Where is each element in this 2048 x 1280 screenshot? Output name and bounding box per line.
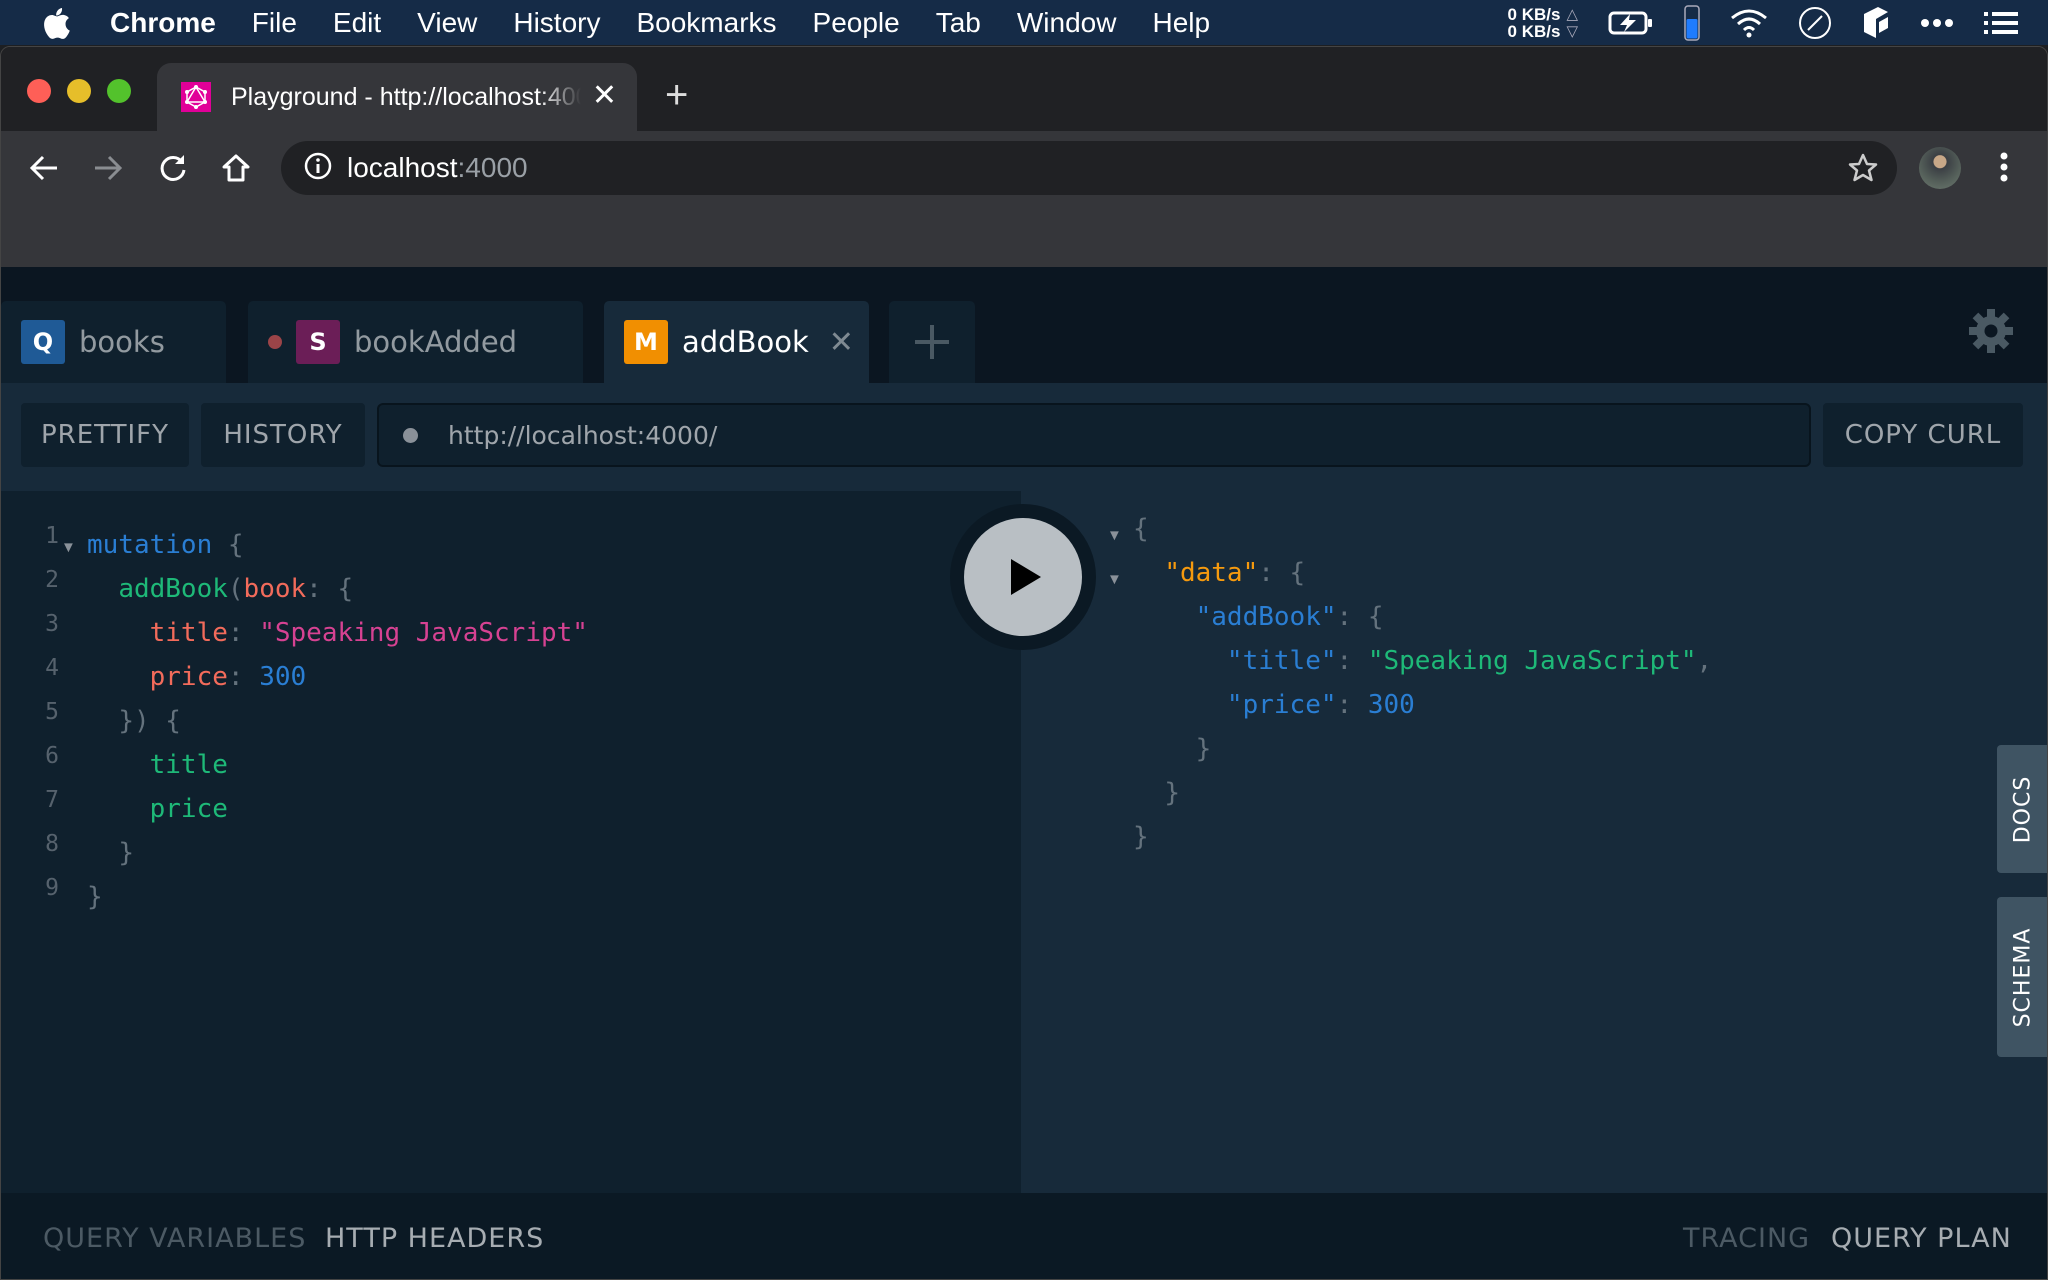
unsaved-dot-icon <box>268 335 282 349</box>
menu-history[interactable]: History <box>513 7 600 39</box>
subscription-badge: S <box>296 320 340 364</box>
graphql-favicon-icon <box>181 82 211 112</box>
menu-help[interactable]: Help <box>1152 7 1210 39</box>
maximize-window-button[interactable] <box>107 79 131 103</box>
query-editor[interactable]: 1 2 3 4 5 6 7 8 9 ▼ mutation { addBook(b… <box>1 491 1021 1193</box>
copy-curl-button[interactable]: COPY CURL <box>1823 403 2023 467</box>
menu-bookmarks[interactable]: Bookmarks <box>636 7 776 39</box>
close-window-button[interactable] <box>27 79 51 103</box>
notification-center-icon[interactable] <box>1984 11 2018 35</box>
menu-app-name[interactable]: Chrome <box>110 7 216 39</box>
macos-menubar: Chrome File Edit View History Bookmarks … <box>0 0 2048 45</box>
menu-view[interactable]: View <box>417 7 477 39</box>
tab-strip: Playground - http://localhost:4000 ✕ + <box>1 47 2047 131</box>
line-number: 1 <box>45 523 59 549</box>
menu-edit[interactable]: Edit <box>333 7 381 39</box>
browser-tab-title: Playground - http://localhost:4000 <box>231 82 581 111</box>
endpoint-input[interactable]: http://localhost:4000/ <box>377 403 1811 467</box>
url-text[interactable]: localhost:4000 <box>347 152 528 184</box>
connection-status-icon <box>403 427 418 443</box>
apple-menu-icon[interactable] <box>42 6 72 40</box>
do-not-disturb-icon[interactable] <box>1798 6 1832 40</box>
tab-bookadded[interactable]: S bookAdded <box>248 301 583 383</box>
line-number: 7 <box>45 787 59 813</box>
more-dots-icon[interactable] <box>1920 18 1954 28</box>
line-number: 3 <box>45 611 59 637</box>
prettify-button[interactable]: PRETTIFY <box>21 403 189 467</box>
line-number: 6 <box>45 743 59 769</box>
result-json: { "data": { "addBook": { "title": "Speak… <box>1133 514 1713 852</box>
mutation-badge: M <box>624 320 668 364</box>
address-bar[interactable]: localhost:4000 <box>281 141 1897 195</box>
home-icon[interactable] <box>219 151 253 185</box>
back-icon[interactable] <box>27 151 61 185</box>
result-viewer[interactable]: ▼ ▼ { "data": { "addBook": { "title": "S… <box>1021 491 2047 1193</box>
play-icon <box>1011 559 1041 595</box>
endpoint-url[interactable]: http://localhost:4000/ <box>448 421 717 450</box>
line-number: 9 <box>45 875 59 901</box>
fold-arrow-icon[interactable]: ▼ <box>1107 527 1122 544</box>
line-number: 8 <box>45 831 59 857</box>
tab-label: books <box>79 325 165 359</box>
add-tab-button[interactable] <box>889 301 975 383</box>
docs-tab[interactable]: DOCS <box>1997 745 2047 873</box>
reload-icon[interactable] <box>156 151 190 185</box>
forward-icon[interactable] <box>91 151 125 185</box>
tracing-tab[interactable]: TRACING <box>1683 1223 1810 1254</box>
browser-window: Playground - http://localhost:4000 ✕ + l… <box>0 46 2048 1280</box>
tab-label: bookAdded <box>354 325 518 359</box>
bookmark-star-icon[interactable] <box>1847 152 1879 189</box>
close-tab-icon[interactable]: ✕ <box>592 79 617 113</box>
line-number: 5 <box>45 699 59 725</box>
execute-query-button[interactable] <box>950 504 1096 650</box>
close-tab-icon[interactable]: ✕ <box>829 325 854 360</box>
query-variables-tab[interactable]: QUERY VARIABLES <box>43 1223 306 1254</box>
query-code[interactable]: mutation { addBook(book: { title: "Speak… <box>87 523 588 919</box>
app-status-icon[interactable] <box>1862 6 1890 40</box>
history-button[interactable]: HISTORY <box>201 403 365 467</box>
bottom-panel-bar: QUERY VARIABLES HTTP HEADERS TRACING QUE… <box>1 1193 2047 1279</box>
minimize-window-button[interactable] <box>67 79 91 103</box>
site-info-icon[interactable] <box>303 151 333 186</box>
profile-avatar[interactable] <box>1919 147 1961 189</box>
http-headers-tab[interactable]: HTTP HEADERS <box>325 1223 544 1254</box>
plus-icon <box>915 325 949 359</box>
tab-addbook[interactable]: M addBook ✕ <box>604 301 869 383</box>
net-arrows-icon: △ ▽ <box>1566 5 1578 40</box>
playground-tabs: Q books S bookAdded M addBook ✕ <box>1 267 2047 383</box>
query-plan-tab[interactable]: QUERY PLAN <box>1831 1223 2012 1254</box>
fold-arrow-icon[interactable]: ▼ <box>61 539 76 556</box>
browser-tab-playground[interactable]: Playground - http://localhost:4000 ✕ <box>157 63 637 131</box>
graphql-playground: Q books S bookAdded M addBook ✕ PRETTIFY <box>1 267 2047 1279</box>
battery-level-icon[interactable] <box>1684 4 1700 41</box>
line-number: 4 <box>45 655 59 681</box>
net-download: 0 KB/s <box>1507 21 1561 41</box>
network-speed: 0 KB/s 0 KB/s <box>1508 6 1561 40</box>
chrome-menu-icon[interactable] <box>1999 151 2009 188</box>
new-tab-button[interactable]: + <box>665 75 688 115</box>
tab-label: addBook <box>682 325 809 359</box>
schema-tab[interactable]: SCHEMA <box>1997 897 2047 1057</box>
browser-toolbar: localhost:4000 <box>1 131 2047 205</box>
net-upload: 0 KB/s <box>1507 4 1561 24</box>
battery-charging-icon[interactable] <box>1608 10 1654 36</box>
line-number: 2 <box>45 567 59 593</box>
wifi-icon[interactable] <box>1730 8 1768 38</box>
fold-arrow-icon[interactable]: ▼ <box>1107 571 1122 588</box>
menu-tab[interactable]: Tab <box>936 7 981 39</box>
menu-window[interactable]: Window <box>1017 7 1117 39</box>
menu-file[interactable]: File <box>252 7 297 39</box>
query-badge: Q <box>21 320 65 364</box>
settings-gear-icon[interactable] <box>1969 309 2013 358</box>
tab-books[interactable]: Q books <box>1 301 226 383</box>
menu-people[interactable]: People <box>813 7 900 39</box>
